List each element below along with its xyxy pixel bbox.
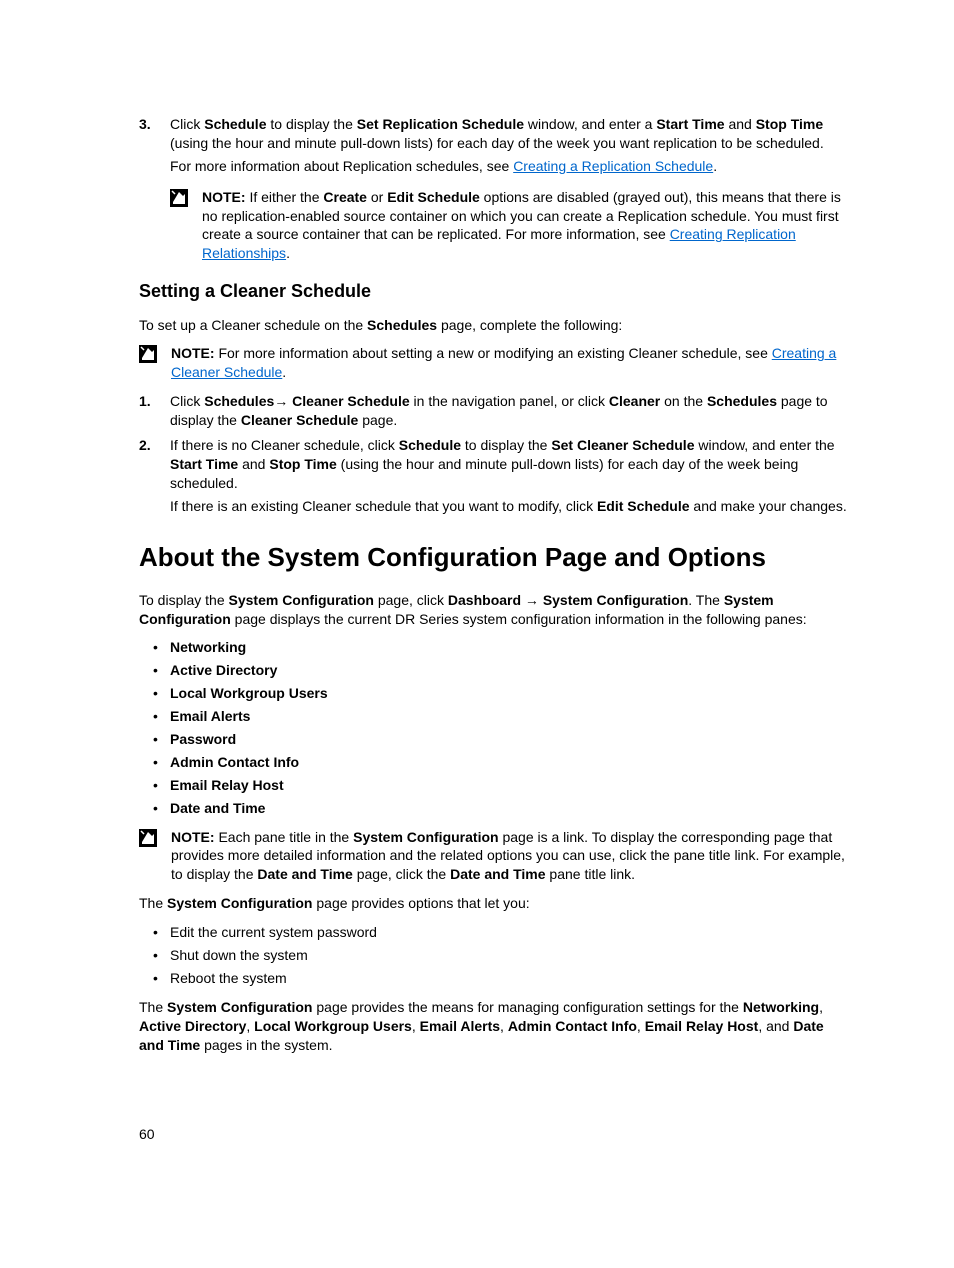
- pane-item: Date and Time: [139, 799, 847, 818]
- cleaner-step-1: 1. Click Schedules→ Cleaner Schedule in …: [139, 392, 847, 430]
- note-text: NOTE: For more information about setting…: [171, 344, 847, 382]
- pane-item: Active Directory: [139, 661, 847, 680]
- note-icon: [139, 345, 157, 363]
- page-number: 60: [139, 1125, 155, 1144]
- panes-list: Networking Active Directory Local Workgr…: [139, 638, 847, 817]
- replication-steps-continued: 3. Click Schedule to display the Set Rep…: [139, 115, 847, 176]
- step-marker: 1.: [139, 392, 151, 411]
- link-creating-replication-schedule[interactable]: Creating a Replication Schedule: [513, 158, 713, 174]
- pane-item: Email Relay Host: [139, 776, 847, 795]
- options-list: Edit the current system password Shut do…: [139, 923, 847, 988]
- step-3-text: Click Schedule to display the Set Replic…: [170, 115, 847, 153]
- step-marker: 2.: [139, 436, 151, 455]
- step-3-moreinfo: For more information about Replication s…: [170, 157, 847, 176]
- note-icon: [139, 829, 157, 847]
- note-icon: [170, 189, 188, 207]
- note-text: NOTE: Each pane title in the System Conf…: [171, 828, 847, 885]
- note-replication-disabled: NOTE: If either the Create or Edit Sched…: [139, 188, 847, 264]
- sysconfig-options-intro: The System Configuration page provides o…: [139, 894, 847, 913]
- cleaner-step-1-text: Click Schedules→ Cleaner Schedule in the…: [170, 392, 847, 430]
- heading-about-system-configuration: About the System Configuration Page and …: [139, 540, 847, 575]
- note-cleaner-moreinfo: NOTE: For more information about setting…: [139, 344, 847, 382]
- sysconfig-manage-text: The System Configuration page provides t…: [139, 998, 847, 1055]
- pane-item: Email Alerts: [139, 707, 847, 726]
- cleaner-step-2-modify: If there is an existing Cleaner schedule…: [170, 497, 847, 516]
- note-text: NOTE: If either the Create or Edit Sched…: [202, 188, 847, 264]
- step-marker: 3.: [139, 115, 151, 134]
- pane-item: Admin Contact Info: [139, 753, 847, 772]
- pane-item: Local Workgroup Users: [139, 684, 847, 703]
- pane-item: Networking: [139, 638, 847, 657]
- cleaner-step-2-text: If there is no Cleaner schedule, click S…: [170, 436, 847, 493]
- option-item: Shut down the system: [139, 946, 847, 965]
- pane-item: Password: [139, 730, 847, 749]
- cleaner-step-2: 2. If there is no Cleaner schedule, clic…: [139, 436, 847, 516]
- heading-setting-cleaner-schedule: Setting a Cleaner Schedule: [139, 279, 847, 303]
- note-pane-title-link: NOTE: Each pane title in the System Conf…: [139, 828, 847, 885]
- option-item: Edit the current system password: [139, 923, 847, 942]
- cleaner-intro: To set up a Cleaner schedule on the Sche…: [139, 316, 847, 335]
- cleaner-steps: 1. Click Schedules→ Cleaner Schedule in …: [139, 392, 847, 515]
- sysconfig-intro: To display the System Configuration page…: [139, 591, 847, 629]
- option-item: Reboot the system: [139, 969, 847, 988]
- step-3: 3. Click Schedule to display the Set Rep…: [139, 115, 847, 176]
